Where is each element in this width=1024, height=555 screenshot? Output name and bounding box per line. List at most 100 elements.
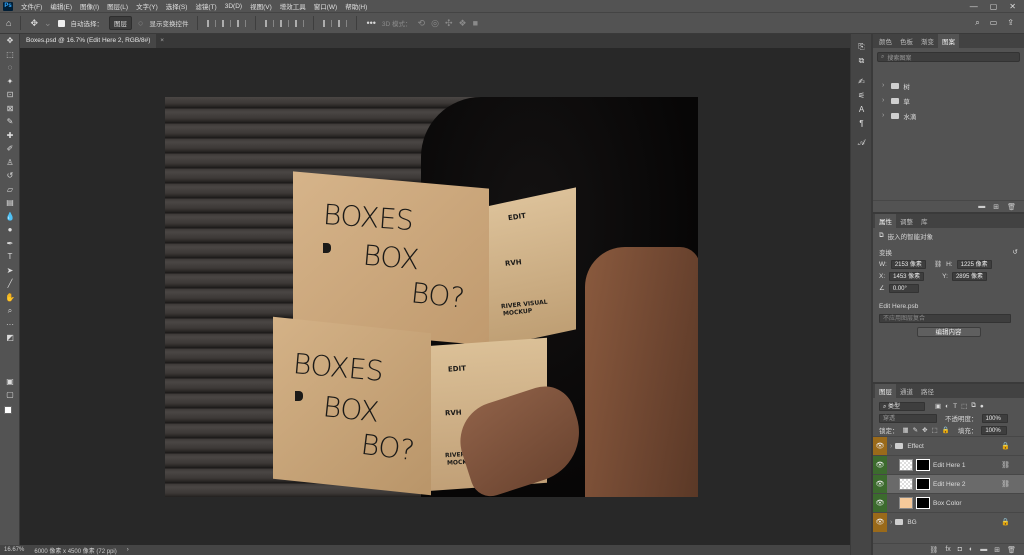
transform-checkbox[interactable]: ○	[138, 18, 143, 28]
layer-row-box-color[interactable]: 👁 Box Color	[873, 493, 1024, 513]
layer-mask-thumbnail[interactable]	[916, 459, 930, 471]
menu-image[interactable]: 图像(I)	[76, 1, 103, 11]
lock-artboard-icon[interactable]: ⬚	[932, 426, 938, 434]
menu-layer[interactable]: 图层(L)	[103, 1, 132, 11]
tab-paths[interactable]: 路径	[917, 384, 938, 398]
menu-plugins[interactable]: 增效工具	[276, 1, 310, 11]
move-tool-icon[interactable]: ✥	[30, 18, 38, 29]
workspace-icon[interactable]: ▭	[990, 18, 998, 28]
adjustment-layer-icon[interactable]: ◐	[969, 546, 973, 553]
chevron-right-icon[interactable]: ›	[890, 443, 892, 450]
filter-smart-icon[interactable]: ⧉	[971, 402, 976, 410]
menu-select[interactable]: 选择(S)	[162, 1, 192, 11]
menu-filter[interactable]: 滤镜(T)	[191, 1, 220, 11]
pattern-folder[interactable]: › 草	[873, 93, 1024, 108]
tab-color[interactable]: 颜色	[875, 34, 896, 48]
tab-adjustments[interactable]: 调整	[896, 214, 917, 228]
menu-file[interactable]: 文件(F)	[17, 1, 46, 11]
brush-tool-icon[interactable]: ✐	[0, 142, 20, 156]
new-group-icon[interactable]: ▬	[980, 546, 987, 553]
magic-wand-icon[interactable]: ✦	[0, 75, 20, 89]
crop-tool-icon[interactable]: ⊡	[0, 88, 20, 102]
layer-name[interactable]: Effect	[907, 443, 924, 450]
paragraph-panel-icon[interactable]: ¶	[851, 116, 872, 130]
align-middle-icon[interactable]	[280, 19, 290, 27]
blend-mode-dropdown[interactable]: 穿透	[879, 413, 937, 423]
eyedropper-icon[interactable]: ✎	[0, 115, 20, 129]
foreground-color-swatch[interactable]	[4, 406, 12, 414]
actions-panel-icon[interactable]: ⧉	[851, 54, 872, 68]
chevron-down-icon[interactable]: ⌄	[44, 18, 52, 29]
pattern-folder[interactable]: › 水滴	[873, 108, 1024, 123]
lock-all-icon[interactable]: 🔒	[942, 426, 950, 434]
align-center-icon[interactable]	[222, 19, 232, 27]
3d-roll-icon[interactable]: ◎	[431, 18, 439, 29]
lasso-tool-icon[interactable]: ◌	[0, 61, 20, 75]
layer-row-effect[interactable]: 👁 › Effect 🔒	[873, 436, 1024, 456]
layer-row-edit-here-2[interactable]: 👁 Edit Here 2 ⛓	[873, 474, 1024, 494]
home-icon[interactable]: ⌂	[6, 18, 11, 28]
chevron-right-icon[interactable]: ›	[882, 112, 884, 119]
pattern-search-input[interactable]: ⌕ 搜索图案	[877, 52, 1020, 62]
layer-row-bg[interactable]: 👁 › BG 🔒	[873, 512, 1024, 532]
history-brush-icon[interactable]: ↺	[0, 169, 20, 183]
reset-icon[interactable]: ↺	[1013, 248, 1018, 256]
gradient-tool-icon[interactable]: ▤	[0, 196, 20, 210]
fill-field[interactable]: 100%	[981, 425, 1008, 435]
link-icon[interactable]: ⛓	[934, 260, 942, 268]
layer-mask-thumbnail[interactable]	[916, 497, 930, 509]
lock-paint-icon[interactable]: ✎	[913, 426, 918, 434]
more-tools-icon[interactable]: ···	[0, 318, 20, 332]
3d-slide-icon[interactable]: ❖	[459, 18, 467, 29]
fx-icon[interactable]: fx	[945, 546, 950, 553]
filter-shape-icon[interactable]: ⬚	[961, 402, 967, 410]
menu-view[interactable]: 视图(V)	[246, 1, 276, 11]
character-panel-icon[interactable]: A	[851, 102, 872, 116]
tab-layers[interactable]: 图层	[875, 384, 896, 398]
tab-properties[interactable]: 属性	[875, 214, 896, 228]
document-canvas[interactable]: BOXES BOX BO? EDIT RVH RIVER VISUAL MOCK…	[165, 97, 698, 497]
tab-gradients[interactable]: 渐变	[917, 34, 938, 48]
dodge-tool-icon[interactable]: ●	[0, 223, 20, 237]
tab-libraries[interactable]: 库	[917, 214, 932, 228]
visibility-eye-icon[interactable]: 👁	[873, 436, 887, 456]
pen-tool-icon[interactable]: ✒	[0, 237, 20, 251]
zoom-level[interactable]: 16.67%	[4, 547, 24, 553]
layer-comp-dropdown[interactable]: 不应用图层复合	[879, 313, 1011, 323]
tab-channels[interactable]: 通道	[896, 384, 917, 398]
distribute-icon[interactable]	[323, 19, 333, 27]
3d-rotate-icon[interactable]: ⟲	[418, 18, 426, 29]
align-top-icon[interactable]	[265, 19, 275, 27]
y-field[interactable]: 2895 像素	[951, 271, 987, 281]
new-layer-icon[interactable]: ⊞	[994, 546, 1000, 554]
filter-type-icon[interactable]: T	[953, 403, 957, 410]
tab-patterns[interactable]: 图案	[938, 34, 959, 48]
menu-edit[interactable]: 编辑(E)	[46, 1, 76, 11]
x-field[interactable]: 1453 像素	[889, 271, 925, 281]
visibility-eye-icon[interactable]: 👁	[873, 455, 887, 475]
menu-type[interactable]: 文字(Y)	[132, 1, 162, 11]
screen-mode-icon[interactable]: ▢	[0, 388, 20, 402]
angle-field[interactable]: 0.00°	[888, 283, 919, 293]
trash-icon[interactable]: 🗑	[1007, 203, 1016, 211]
line-tool-icon[interactable]: ╱	[0, 277, 20, 291]
layer-name[interactable]: Box Color	[933, 500, 962, 507]
canvas-area[interactable]: BOXES BOX BO? EDIT RVH RIVER VISUAL MOCK…	[20, 48, 850, 545]
zoom-tool-icon[interactable]: ⌕	[0, 304, 20, 318]
align-bottom-icon[interactable]	[295, 19, 305, 27]
layer-mask-thumbnail[interactable]	[916, 478, 930, 490]
share-icon[interactable]: ⇪	[1007, 18, 1014, 28]
add-mask-icon[interactable]: ◘	[958, 546, 962, 553]
visibility-eye-icon[interactable]: 👁	[873, 512, 887, 532]
hand-tool-icon[interactable]: ✋	[0, 291, 20, 305]
layer-name[interactable]: Edit Here 1	[933, 462, 966, 469]
link-layers-icon[interactable]: ⛓	[929, 546, 938, 554]
3d-pan-icon[interactable]: ✣	[445, 18, 453, 29]
opacity-field[interactable]: 100%	[981, 413, 1008, 423]
width-field[interactable]: 2153 像素	[890, 259, 926, 269]
close-tab-icon[interactable]: ×	[160, 37, 164, 44]
filter-adjust-icon[interactable]: ◐	[945, 403, 949, 410]
pattern-folder[interactable]: › 树	[873, 78, 1024, 93]
edit-contents-button[interactable]: 编辑内容	[916, 327, 981, 337]
new-pattern-icon[interactable]: ⊞	[993, 203, 999, 211]
